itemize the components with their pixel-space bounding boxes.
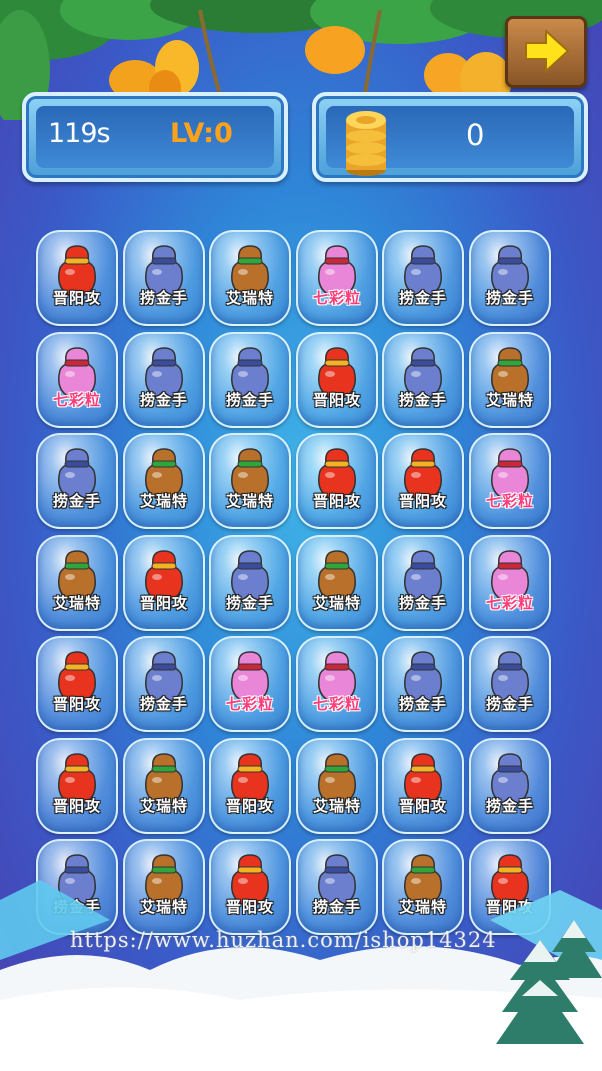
tile-label: 捞金手 [225, 594, 274, 612]
tile-pink[interactable]: 七彩粒 [296, 230, 378, 326]
tile-label: 捞金手 [398, 289, 447, 307]
tile-label: 晋阳攻 [398, 797, 447, 815]
tile-label: 晋阳攻 [52, 695, 101, 713]
tile-label: 艾瑞特 [139, 797, 188, 815]
tile-label: 七彩粒 [225, 695, 274, 713]
tile-label: 艾瑞特 [225, 289, 274, 307]
tile-brown[interactable]: 艾瑞特 [209, 433, 291, 529]
tile-label: 捞金手 [139, 289, 188, 307]
arrow-right-icon [525, 29, 570, 73]
tile-label: 七彩粒 [485, 594, 534, 612]
tile-label: 艾瑞特 [312, 594, 361, 612]
tile-blue[interactable]: 捞金手 [209, 332, 291, 428]
tile-brown[interactable]: 艾瑞特 [296, 738, 378, 834]
tile-brown[interactable]: 艾瑞特 [296, 535, 378, 631]
tile-label: 捞金手 [485, 289, 534, 307]
tile-label: 捞金手 [225, 391, 274, 409]
tile-blue[interactable]: 捞金手 [123, 332, 205, 428]
tile-blue[interactable]: 捞金手 [382, 535, 464, 631]
tile-label: 晋阳攻 [225, 797, 274, 815]
timer-text: 119s [48, 118, 111, 149]
tile-blue[interactable]: 捞金手 [469, 636, 551, 732]
tile-red[interactable]: 晋阳攻 [36, 738, 118, 834]
tile-blue[interactable]: 捞金手 [382, 230, 464, 326]
tile-label: 晋阳攻 [398, 492, 447, 510]
score-text: 0 [466, 118, 485, 152]
tile-blue[interactable]: 捞金手 [36, 433, 118, 529]
tile-blue[interactable]: 捞金手 [382, 332, 464, 428]
tile-label: 艾瑞特 [52, 594, 101, 612]
tile-label: 七彩粒 [52, 391, 101, 409]
tile-label: 捞金手 [139, 391, 188, 409]
tile-label: 捞金手 [485, 797, 534, 815]
tile-red[interactable]: 晋阳攻 [36, 636, 118, 732]
tile-pink[interactable]: 七彩粒 [469, 433, 551, 529]
snow-ground [0, 880, 602, 1071]
tile-label: 艾瑞特 [225, 492, 274, 510]
tile-blue[interactable]: 捞金手 [382, 636, 464, 732]
tile-pink[interactable]: 七彩粒 [469, 535, 551, 631]
tile-blue[interactable]: 捞金手 [209, 535, 291, 631]
tile-label: 七彩粒 [312, 695, 361, 713]
tile-label: 七彩粒 [312, 289, 361, 307]
tile-label: 晋阳攻 [139, 594, 188, 612]
tile-label: 晋阳攻 [52, 797, 101, 815]
tile-brown[interactable]: 艾瑞特 [123, 738, 205, 834]
tile-red[interactable]: 晋阳攻 [36, 230, 118, 326]
tile-label: 捞金手 [398, 594, 447, 612]
tile-red[interactable]: 晋阳攻 [123, 535, 205, 631]
tile-label: 艾瑞特 [139, 492, 188, 510]
next-button[interactable] [505, 16, 587, 88]
tile-label: 晋阳攻 [312, 492, 361, 510]
tile-pink[interactable]: 七彩粒 [36, 332, 118, 428]
tile-pink[interactable]: 七彩粒 [209, 636, 291, 732]
tile-brown[interactable]: 艾瑞特 [469, 332, 551, 428]
tile-label: 七彩粒 [485, 492, 534, 510]
tile-red[interactable]: 晋阳攻 [209, 738, 291, 834]
tile-brown[interactable]: 艾瑞特 [209, 230, 291, 326]
tile-label: 艾瑞特 [485, 391, 534, 409]
tile-blue[interactable]: 捞金手 [123, 230, 205, 326]
tile-red[interactable]: 晋阳攻 [296, 332, 378, 428]
tile-label: 捞金手 [52, 492, 101, 510]
tile-label: 晋阳攻 [312, 391, 361, 409]
tile-pink[interactable]: 七彩粒 [296, 636, 378, 732]
tile-label: 捞金手 [398, 391, 447, 409]
tile-brown[interactable]: 艾瑞特 [123, 433, 205, 529]
tile-label: 晋阳攻 [52, 289, 101, 307]
tile-label: 捞金手 [139, 695, 188, 713]
tile-blue[interactable]: 捞金手 [123, 636, 205, 732]
tile-brown[interactable]: 艾瑞特 [36, 535, 118, 631]
tile-label: 艾瑞特 [312, 797, 361, 815]
tile-blue[interactable]: 捞金手 [469, 738, 551, 834]
coin-stack-icon [346, 111, 386, 176]
watermark-text: https://www.huzhan.com/ishop14324 [70, 928, 497, 952]
tile-red[interactable]: 晋阳攻 [382, 433, 464, 529]
tile-label: 捞金手 [485, 695, 534, 713]
mango-center [305, 26, 365, 74]
tile-blue[interactable]: 捞金手 [469, 230, 551, 326]
level-text: LV:0 [170, 118, 233, 149]
tile-label: 捞金手 [398, 695, 447, 713]
tile-red[interactable]: 晋阳攻 [296, 433, 378, 529]
tile-red[interactable]: 晋阳攻 [382, 738, 464, 834]
